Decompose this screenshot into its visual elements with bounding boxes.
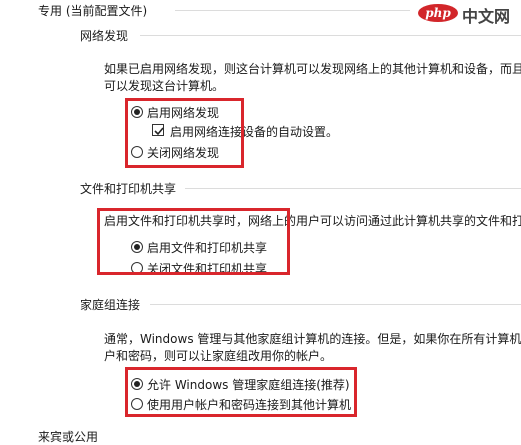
profile-header: 专用 (当前配置文件): [38, 4, 148, 18]
file-printer-sharing-divider: [185, 188, 521, 189]
homegroup-divider: [150, 304, 521, 305]
homegroup-description-line2: 户和密码，则可以让家庭组改用你的帐户。: [104, 349, 333, 363]
homegroup-heading: 家庭组连接: [80, 298, 141, 312]
network-discovery-highlight: [125, 98, 244, 168]
network-discovery-description-line1: 如果已启用网络发现，则这台计算机可以发现网络上的其他计算机和设备，而且: [104, 62, 521, 76]
network-discovery-description-line2: 可以发现这台计算机。: [104, 79, 225, 93]
homegroup-highlight: [125, 367, 357, 417]
file-printer-sharing-highlight: [97, 208, 290, 275]
profile-header-divider: [175, 10, 410, 11]
homegroup-description-line1: 通常，Windows 管理与其他家庭组计算机的连接。但是，如果你在所有计算机: [104, 332, 521, 346]
file-printer-sharing-heading: 文件和打印机共享: [80, 182, 177, 196]
guest-public-header[interactable]: 来宾或公用: [38, 428, 98, 445]
network-discovery-divider: [140, 35, 521, 36]
watermark-logo: php: [418, 4, 458, 22]
network-discovery-heading: 网络发现: [80, 29, 129, 43]
watermark-text: 中文网: [462, 7, 511, 26]
